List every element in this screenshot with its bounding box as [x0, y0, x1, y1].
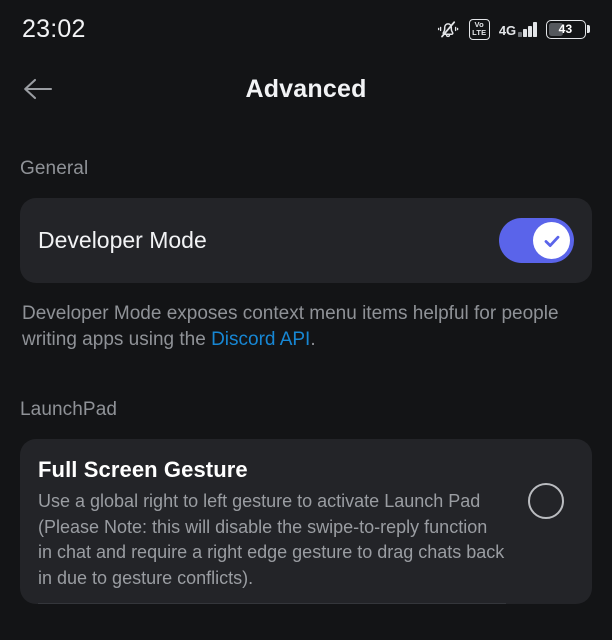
status-bar: 23:02 Vo LTE 4G 43	[0, 0, 612, 58]
developer-mode-label: Developer Mode	[38, 227, 207, 253]
description-text-after: .	[310, 329, 316, 350]
status-icon-group: Vo LTE 4G 43	[436, 17, 590, 41]
settings-content: General Developer Mode Developer Mode ex…	[0, 120, 612, 640]
back-button[interactable]	[16, 67, 60, 111]
signal-bars-icon	[518, 21, 537, 37]
full-screen-gesture-radio[interactable]	[518, 457, 574, 519]
status-time: 23:02	[22, 14, 86, 43]
developer-mode-switch[interactable]	[499, 218, 574, 263]
switch-knob	[533, 222, 570, 259]
general-card: Developer Mode	[20, 198, 592, 283]
battery-percent: 43	[558, 22, 573, 36]
full-screen-gesture-card[interactable]: Full Screen Gesture Use a global right t…	[20, 439, 592, 604]
full-screen-gesture-title: Full Screen Gesture	[38, 457, 248, 482]
network-4g-icon: 4G	[499, 21, 537, 37]
discord-api-link[interactable]: Discord API	[211, 329, 310, 350]
check-icon	[544, 235, 559, 247]
volte-line2: LTE	[472, 28, 487, 37]
volte-icon: Vo LTE	[468, 18, 490, 40]
full-screen-gesture-body: Use a global right to left gesture to ac…	[38, 491, 505, 588]
network-4g-label: 4G	[498, 23, 517, 38]
bell-muted-icon	[436, 17, 460, 41]
developer-mode-description: Developer Mode exposes context menu item…	[20, 283, 592, 353]
section-header-launchpad: LaunchPad	[20, 399, 118, 420]
radio-unchecked-icon	[528, 483, 564, 519]
developer-mode-row[interactable]: Developer Mode	[20, 198, 592, 283]
advanced-settings-screen: 23:02 Vo LTE 4G 43 Advanced General Deve…	[0, 0, 612, 640]
full-screen-gesture-text: Full Screen Gesture Use a global right t…	[38, 457, 506, 604]
battery-tip	[587, 25, 590, 33]
battery-icon: 43	[545, 19, 590, 39]
section-header-general: General	[20, 158, 89, 179]
card-divider	[38, 603, 506, 604]
page-title: Advanced	[245, 74, 367, 103]
page-header: Advanced	[0, 58, 612, 120]
arrow-left-icon	[24, 78, 53, 100]
